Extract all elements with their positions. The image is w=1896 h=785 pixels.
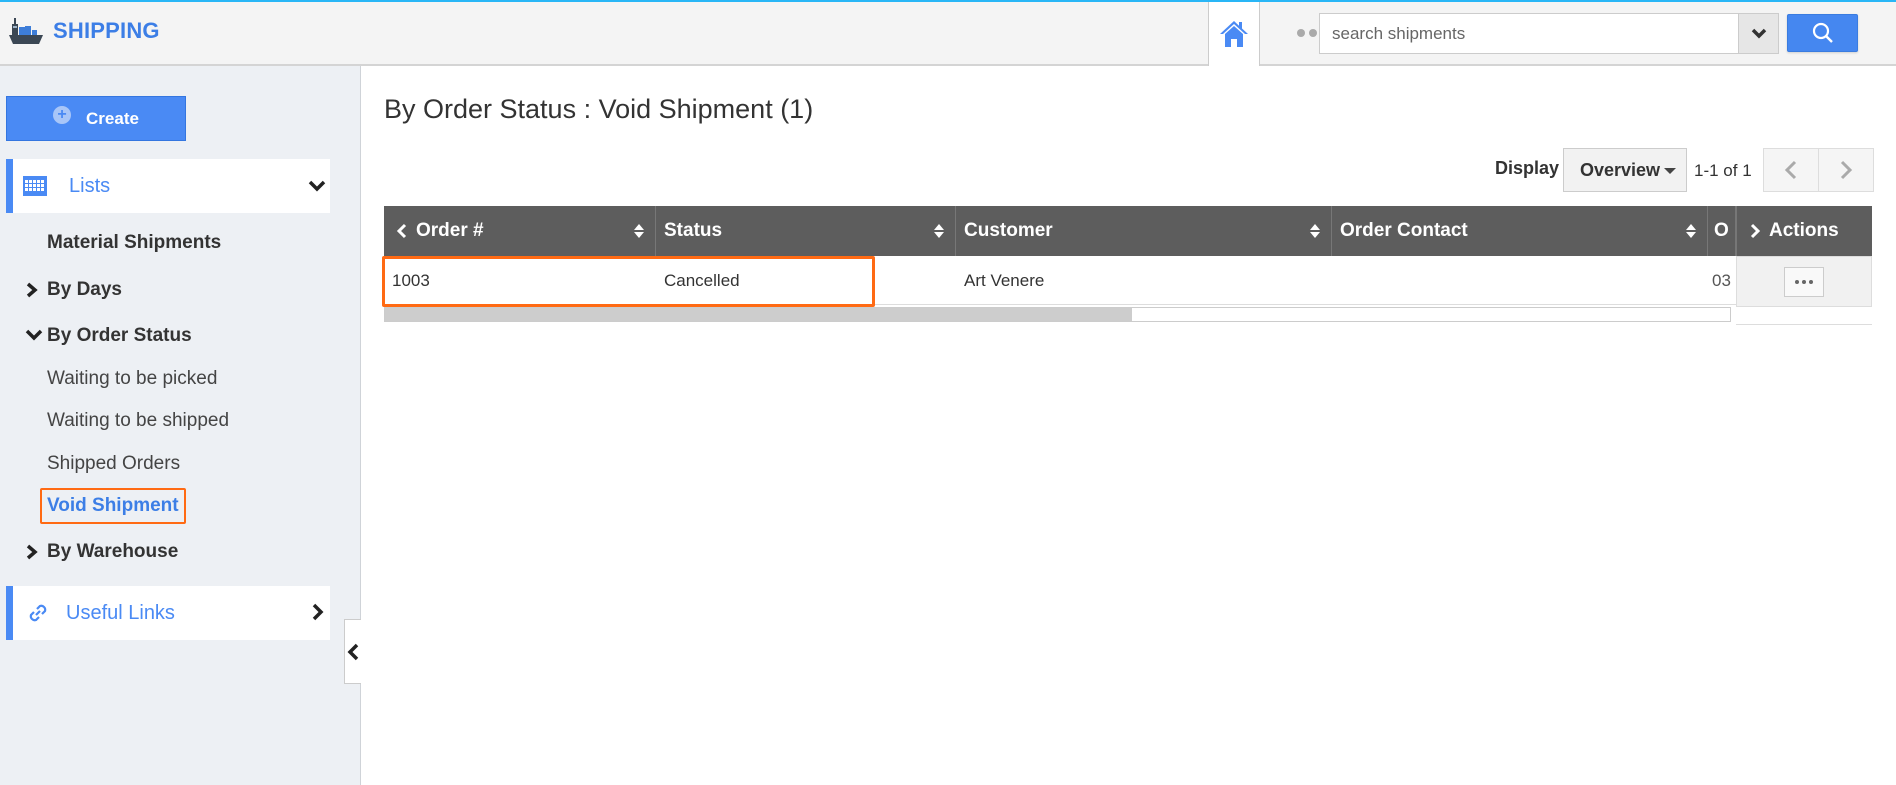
sort-icon[interactable] [1685,223,1697,239]
chevron-right-icon [26,544,38,560]
chevron-right-icon[interactable] [1749,223,1761,239]
horizontal-scrollbar[interactable] [384,307,1731,322]
sidebar-item-label: By Order Status [47,325,192,346]
column-header-status[interactable]: Status [656,206,956,256]
caret-down-icon [1664,168,1676,174]
display-value: Overview [1580,159,1661,180]
chevron-right-icon [1840,160,1853,180]
search-input[interactable] [1320,14,1738,53]
column-header-order[interactable]: Order # [384,206,656,256]
sidebar-item-label: By Warehouse [47,541,179,562]
column-label: O [1714,220,1729,241]
sidebar-item-by-days[interactable]: By Days [26,279,122,301]
sidebar-item-label: By Days [47,279,122,300]
lists-panel-header[interactable]: Lists [6,159,330,213]
table-header: Order # Status Customer Order Contact O [384,206,1736,256]
chevron-down-icon [308,180,326,192]
cell-status: Cancelled [664,270,740,290]
sidebar: + Create Lists Material Shipments By Day… [0,66,361,785]
cell-o: 03 [1712,270,1731,290]
sort-icon[interactable] [1309,223,1321,239]
sidebar-item-shipped-orders[interactable]: Shipped Orders [47,453,180,475]
sidebar-item-waiting-to-be-picked[interactable]: Waiting to be picked [47,368,217,390]
sidebar-item-label: Waiting to be picked [47,368,218,389]
pager-text: 1-1 of 1 [1694,161,1752,180]
cell-order-contact [1332,256,1708,305]
column-header-order-contact[interactable]: Order Contact [1332,206,1708,256]
sidebar-item-label: Waiting to be shipped [47,410,230,431]
home-icon [1220,21,1248,47]
link-icon [29,604,47,622]
search-field [1319,13,1779,54]
collapse-sidebar-button[interactable] [344,619,361,684]
page-title: By Order Status : Void Shipment (1) [384,94,814,124]
sidebar-item-material-shipments[interactable]: Material Shipments [47,232,221,254]
home-button[interactable] [1208,2,1260,66]
column-header-actions[interactable]: Actions [1736,206,1872,256]
previous-page-button[interactable] [1763,148,1819,192]
brand[interactable]: SHIPPING [8,16,160,46]
chevron-left-icon[interactable] [396,223,408,239]
search-button[interactable] [1787,14,1858,52]
search-dropdown-button[interactable] [1738,14,1778,53]
actions-cell [1736,256,1872,307]
app-header: SHIPPING [0,0,1896,66]
sidebar-item-void-shipment[interactable]: Void Shipment [47,495,179,517]
sidebar-item-by-order-status[interactable]: By Order Status [25,325,192,347]
cell-order: 1003 [392,270,430,290]
row-actions-button[interactable] [1784,266,1824,297]
column-label: Customer [964,220,1053,241]
chevron-right-icon [312,603,324,621]
chevron-down-icon [25,329,43,341]
chevron-right-icon [26,282,38,298]
lists-label: Lists [69,174,111,197]
chevron-left-icon [1784,160,1797,180]
column-label: Order # [416,220,484,241]
create-button[interactable]: + Create [6,96,186,141]
next-page-button[interactable] [1818,148,1874,192]
ship-icon [9,18,43,44]
column-label: Order Contact [1340,220,1468,241]
sidebar-item-label: Material Shipments [47,232,222,253]
divider [1736,324,1872,325]
chevron-left-icon [347,643,359,660]
scrollbar-thumb[interactable] [385,308,1132,321]
create-label: Create [86,108,139,128]
column-label: Status [664,220,723,241]
column-label: Actions [1769,220,1839,241]
app-title: SHIPPING [53,18,160,43]
chevron-down-icon [1751,28,1766,38]
plus-circle-icon: + [53,105,72,124]
calendar-grid-icon [23,176,47,196]
sidebar-item-label: Void Shipment [47,495,179,516]
sidebar-item-waiting-to-be-shipped[interactable]: Waiting to be shipped [47,410,229,432]
table-row[interactable]: 1003 Cancelled Art Venere 03 [384,256,1736,305]
useful-links-label: Useful Links [66,601,175,624]
cell-customer: Art Venere [964,270,1045,290]
search-icon [1812,22,1833,43]
sort-icon[interactable] [933,223,945,239]
useful-links-panel-header[interactable]: Useful Links [6,586,330,640]
sidebar-item-label: Shipped Orders [47,453,181,474]
column-header-customer[interactable]: Customer [956,206,1332,256]
display-select[interactable]: Overview [1563,148,1687,192]
display-label: Display [1495,158,1560,178]
sidebar-item-by-warehouse[interactable]: By Warehouse [26,541,179,563]
sort-icon[interactable] [633,223,645,239]
column-header-o[interactable]: O [1708,206,1736,256]
